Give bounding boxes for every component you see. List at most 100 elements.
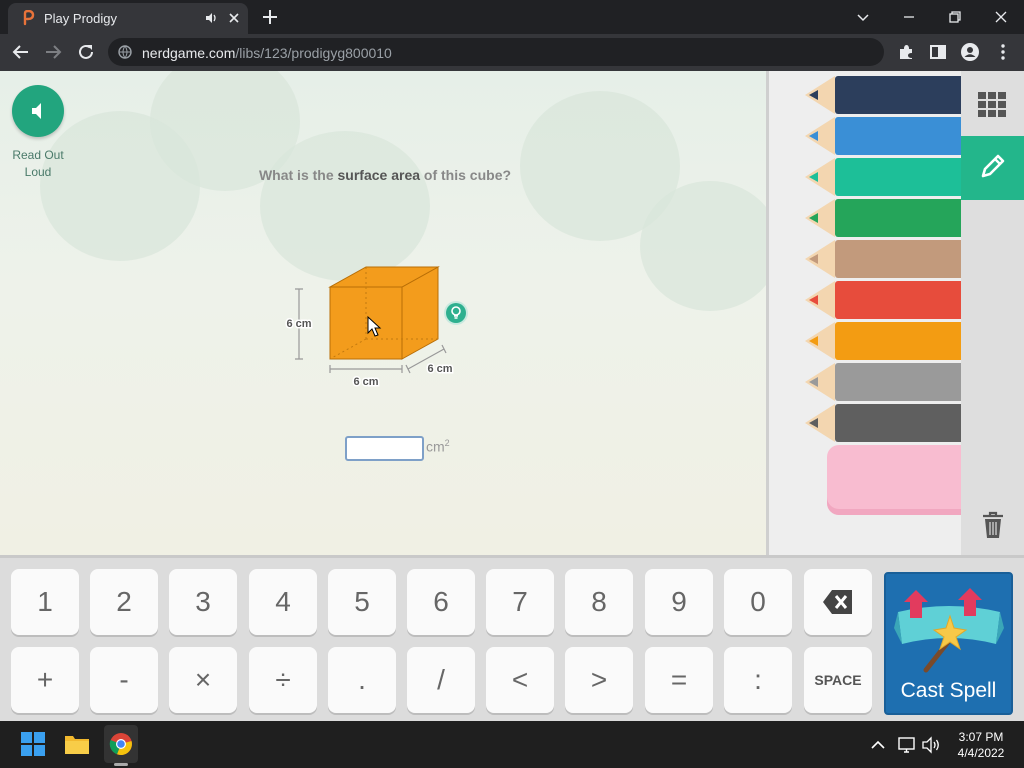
keypad-key[interactable]: = — [645, 647, 713, 713]
pencil-color-3[interactable] — [805, 199, 965, 237]
trash-icon[interactable] — [981, 511, 1005, 539]
chrome-taskbar-button[interactable] — [104, 725, 138, 763]
keypad-key[interactable]: 6 — [407, 569, 475, 635]
pencil-body — [835, 363, 965, 401]
pencil-lead — [809, 90, 818, 100]
keypad-key[interactable]: < — [486, 647, 554, 713]
minimize-icon[interactable] — [897, 5, 921, 29]
keypad-key[interactable]: 1 — [11, 569, 79, 635]
eraser-tool[interactable] — [827, 445, 967, 515]
question-prefix: What is the — [258, 167, 338, 183]
keypad-key[interactable]: 9 — [645, 569, 713, 635]
forward-arrow-icon[interactable] — [42, 41, 64, 63]
file-explorer-icon[interactable] — [64, 731, 90, 757]
keypad-key[interactable]: + — [11, 647, 79, 713]
profile-avatar-icon[interactable] — [960, 42, 980, 62]
answer-unit: cm2 — [426, 438, 450, 455]
pencil-lead — [809, 295, 818, 305]
keypad-key[interactable]: 8 — [565, 569, 633, 635]
pencil-body — [835, 404, 965, 442]
speaker-icon — [32, 103, 41, 119]
grid-icon[interactable] — [977, 89, 1007, 119]
pencil-color-4[interactable] — [805, 240, 965, 278]
question-text: What is the surface area of this cube? — [160, 167, 610, 183]
keypad-key[interactable]: - — [90, 647, 158, 713]
width-dimension-line — [329, 365, 403, 373]
keypad-key[interactable]: 0 — [724, 569, 792, 635]
keypad-key[interactable]: ÷ — [249, 647, 317, 713]
restore-icon[interactable] — [943, 5, 967, 29]
pencil-color-7[interactable] — [805, 363, 965, 401]
url-path: /libs/123/prodigyg800010 — [235, 45, 392, 61]
hint-button[interactable] — [446, 303, 466, 323]
pencil-color-2[interactable] — [805, 158, 965, 196]
pencil-body — [835, 158, 965, 196]
pencil-color-1[interactable] — [805, 117, 965, 155]
pencil-lead — [809, 377, 818, 387]
pencil-color-6[interactable] — [805, 322, 965, 360]
clock-time: 3:07 PM — [958, 730, 1004, 744]
read-aloud-label: Read Out Loud — [12, 148, 64, 179]
pencil-body — [835, 117, 965, 155]
keypad-key[interactable]: 4 — [249, 569, 317, 635]
question-emphasis: surface area — [337, 167, 421, 183]
background-tree — [640, 181, 768, 311]
pencil-color-8[interactable] — [805, 404, 965, 442]
pencil-color-5[interactable] — [805, 281, 965, 319]
unit-text: cm — [426, 438, 445, 455]
keypad-key[interactable]: > — [565, 647, 633, 713]
system-clock[interactable]: 3:07 PM 4/4/2022 — [946, 729, 1016, 761]
network-icon[interactable] — [896, 734, 918, 756]
close-window-icon[interactable] — [989, 5, 1013, 29]
prodigy-favicon-icon — [23, 10, 35, 26]
windows-start-icon[interactable] — [20, 731, 46, 757]
pencil-tool-button[interactable] — [961, 136, 1024, 200]
keypad-key[interactable]: 3 — [169, 569, 237, 635]
pencil-body — [835, 76, 965, 114]
clock-date: 4/4/2022 — [957, 746, 1005, 760]
pencil-lead — [809, 213, 818, 223]
keypad-key[interactable]: 5 — [328, 569, 396, 635]
keypad-key[interactable]: : — [724, 647, 792, 713]
back-arrow-icon[interactable] — [10, 41, 32, 63]
pencil-icon — [981, 154, 1005, 178]
keypad-key[interactable]: / — [407, 647, 475, 713]
keypad-key[interactable]: 7 — [486, 569, 554, 635]
width-dimension-label: 6 cm — [353, 376, 378, 388]
pencil-body — [835, 199, 965, 237]
chevron-up-icon[interactable] — [868, 735, 888, 755]
tab-title: Play Prodigy — [44, 11, 117, 26]
pencil-lead — [809, 254, 818, 264]
lightbulb-icon — [451, 306, 461, 319]
pencil-color-0[interactable] — [805, 76, 965, 114]
browser-toolbar: nerdgame.com/libs/123/prodigyg800010 — [0, 34, 1024, 71]
pencil-lead — [809, 336, 818, 346]
keypad-key[interactable]: × — [169, 647, 237, 713]
address-bar[interactable]: nerdgame.com/libs/123/prodigyg800010 — [108, 38, 884, 66]
tool-sidebar — [961, 71, 1024, 555]
new-tab-icon[interactable] — [260, 7, 280, 27]
pencil-body — [835, 240, 965, 278]
site-info-icon[interactable] — [118, 45, 132, 59]
tab-search-chevron-icon[interactable] — [851, 5, 875, 29]
reload-icon[interactable] — [75, 41, 97, 63]
browser-tab-strip: Play Prodigy — [0, 0, 1024, 34]
keypad-key[interactable]: . — [328, 647, 396, 713]
extensions-puzzle-icon[interactable] — [896, 42, 916, 62]
browser-menu-icon[interactable] — [993, 42, 1013, 62]
url-domain: nerdgame.com — [142, 45, 236, 61]
cast-spell-button[interactable]: Cast Spell — [884, 572, 1013, 715]
backspace-icon — [823, 590, 852, 614]
drawing-tool-panel — [766, 71, 1024, 555]
browser-tab[interactable]: Play Prodigy — [8, 3, 248, 34]
height-dimension-label: 6 cm — [286, 318, 311, 330]
volume-icon[interactable] — [920, 734, 942, 756]
answer-input[interactable] — [345, 436, 424, 461]
tab-close-icon[interactable] — [226, 10, 242, 26]
side-panel-icon[interactable] — [928, 42, 948, 62]
read-aloud-button[interactable] — [12, 85, 64, 137]
space-key[interactable]: SPACE — [804, 647, 872, 713]
keypad-key[interactable]: 2 — [90, 569, 158, 635]
backspace-key[interactable] — [804, 569, 872, 635]
tab-audio-playing-icon[interactable] — [204, 10, 220, 26]
